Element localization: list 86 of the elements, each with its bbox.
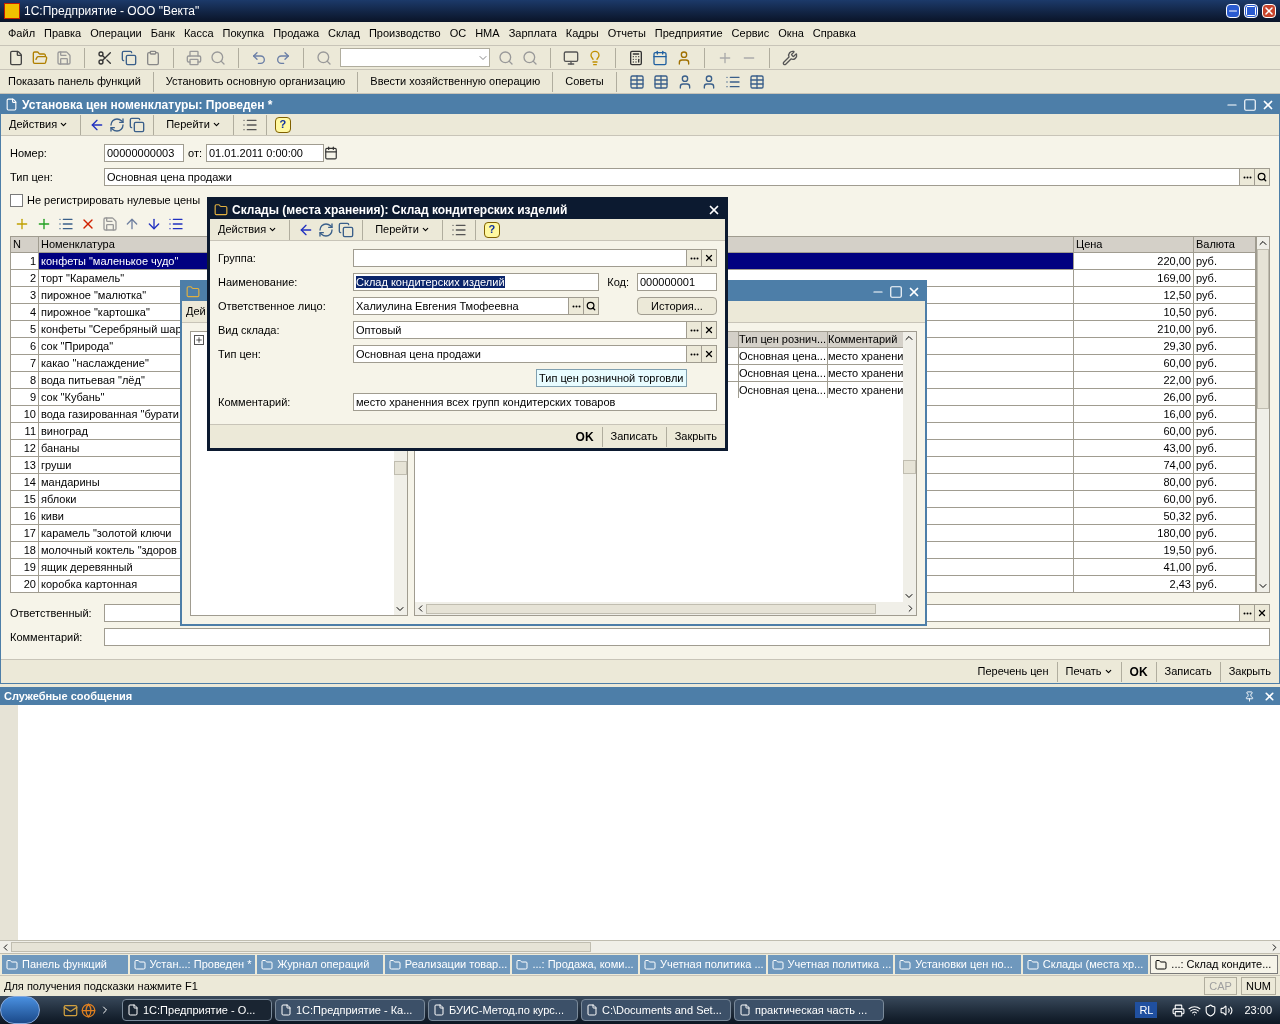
row-number-cell: 5	[11, 321, 39, 337]
table-cell: 74,00	[1074, 457, 1194, 473]
table-cell: сок "Кубань"	[41, 391, 105, 403]
column-header: Цена	[1074, 237, 1194, 252]
table-cell: сок "Природа"	[41, 340, 114, 352]
table-cell: какао "наслаждение"	[41, 357, 149, 369]
row-number-cell: 7	[11, 355, 39, 371]
table-cell: 169,00	[1074, 270, 1194, 286]
panel-title: Служебные сообщения	[4, 688, 134, 704]
table-cell: Основная цена...	[738, 348, 827, 364]
table-cell: 16,00	[1074, 406, 1194, 422]
table-cell: 12,50	[1074, 287, 1194, 303]
table-cell: виноград	[41, 425, 88, 437]
dialog-title: Склады (места хранения): Склад кондитерских изделий	[232, 201, 569, 219]
field-label: Не регистрировать нулевые цены	[27, 192, 201, 208]
table-cell: Основная цена...	[738, 365, 827, 381]
row-number-cell: 14	[11, 474, 39, 490]
table-cell: карамель "золотой ключи	[41, 527, 172, 539]
table-cell: молочный коктель "здоров	[41, 544, 177, 556]
key-indicator: CAP	[1204, 976, 1237, 996]
table-cell: мандарины	[41, 476, 100, 488]
row-number-cell: 15	[11, 491, 39, 507]
table-cell: 43,00	[1074, 440, 1194, 456]
table-cell: 80,00	[1074, 474, 1194, 490]
table-cell: 60,00	[1074, 491, 1194, 507]
table-cell: 26,00	[1074, 389, 1194, 405]
row-number-cell: 8	[11, 372, 39, 388]
field-label: Комментарий:	[218, 394, 292, 410]
table-cell: 210,00	[1074, 321, 1194, 337]
table-cell: 180,00	[1074, 525, 1194, 541]
row-number-cell: 2	[11, 270, 39, 286]
table-cell: конфеты "маленькое чудо"	[41, 255, 179, 267]
table-cell: 2,43	[1074, 576, 1194, 592]
table-cell: яблоки	[41, 493, 77, 505]
table-cell: пирожное "малютка"	[41, 289, 147, 301]
document-title: Установка цен номенклатуры: Проведен *	[22, 96, 274, 114]
row-number-cell: 12	[11, 440, 39, 456]
row-number-cell: 3	[11, 287, 39, 303]
table-cell: 60,00	[1074, 423, 1194, 439]
field-label: Ответственный:	[10, 605, 93, 621]
table-cell: груши	[41, 459, 72, 471]
row-number-cell: 17	[11, 525, 39, 541]
table-cell: 22,00	[1074, 372, 1194, 388]
table-cell: пирожное "картошка"	[41, 306, 150, 318]
row-number-cell: 13	[11, 457, 39, 473]
row-number-cell: 10	[11, 406, 39, 422]
field-label: от:	[188, 145, 202, 161]
field-label: Вид склада:	[218, 322, 281, 338]
field-label: Тип цен:	[218, 346, 262, 362]
row-number-cell: 20	[11, 576, 39, 592]
row-number-cell: 9	[11, 389, 39, 405]
key-indicator: NUM	[1240, 976, 1276, 996]
table-cell: вода газированная "бурати	[41, 408, 179, 420]
row-number-cell: 16	[11, 508, 39, 524]
row-number-cell: 11	[11, 423, 39, 439]
table-cell: 10,50	[1074, 304, 1194, 320]
column-header: N	[11, 237, 39, 252]
row-number-cell: 6	[11, 338, 39, 354]
field-label: Номер:	[10, 145, 48, 161]
table-cell: 29,30	[1074, 338, 1194, 354]
row-number-cell: 19	[11, 559, 39, 575]
row-number-cell: 18	[11, 542, 39, 558]
column-header: Тип цен рознич...	[738, 332, 827, 347]
window-title: 1С:Предприятие - ООО "Векта"	[24, 3, 201, 20]
table-cell: ящик деревянный	[41, 561, 133, 573]
field-label: Комментарий:	[10, 629, 84, 645]
field-label: Код:	[607, 274, 629, 290]
table-cell: Основная цена...	[738, 382, 827, 398]
table-cell: 19,50	[1074, 542, 1194, 558]
field-label: Наименование:	[218, 274, 299, 290]
status-hint: Для получения подсказки нажмите F1	[4, 978, 199, 994]
clock: 23:00	[1243, 1002, 1273, 1018]
table-cell: вода питьевая "лёд"	[41, 374, 145, 386]
table-cell: 50,32	[1074, 508, 1194, 524]
table-cell: 220,00	[1074, 253, 1194, 269]
table-cell: киви	[41, 510, 64, 522]
table-cell: торт "Карамель"	[41, 272, 125, 284]
table-cell: коробка картонная	[41, 578, 138, 590]
table-cell: 60,00	[1074, 355, 1194, 371]
table-cell: бананы	[41, 442, 80, 454]
field-label: Тип цен:	[10, 169, 54, 185]
field-label: Ответственное лицо:	[218, 298, 327, 314]
table-cell: 41,00	[1074, 559, 1194, 575]
tooltip: Тип цен розничной торговли	[536, 368, 687, 387]
field-label: Группа:	[218, 250, 257, 266]
row-number-cell: 4	[11, 304, 39, 320]
